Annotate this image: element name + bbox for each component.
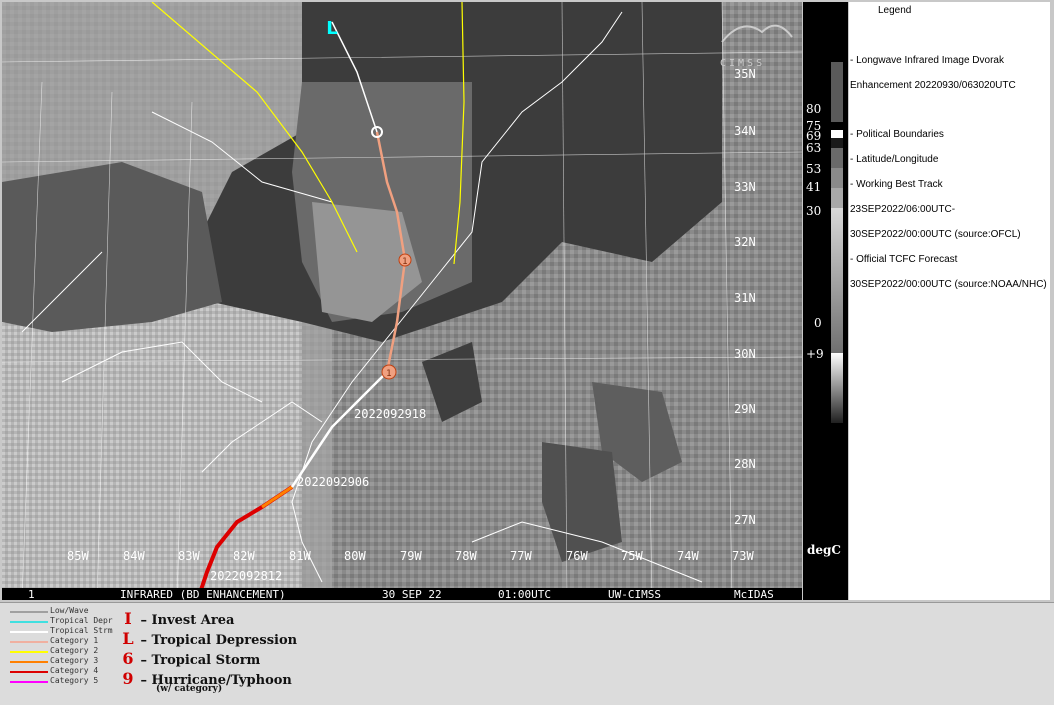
legend-storm: 6 – Tropical Storm [120,649,260,668]
legend-line: 23SEP2022/06:00UTC- [850,204,956,215]
category-swatch [10,681,48,683]
category-label: Category 2 [50,646,99,655]
colorbar-label: 80 [806,102,822,116]
lat-label: 32N [734,235,756,249]
hurricane-icon: 9 [122,669,134,688]
colorbar-label: 63 [806,141,822,155]
lon-label: 84W [123,549,145,563]
category-swatch [10,671,48,673]
legend-line: 30SEP2022/00:00UTC (source:OFCL) [850,229,1021,240]
lat-label: 27N [734,513,756,527]
temperature-colorbar: 80 75 69 63 53 41 30 0 +9 degC [803,2,848,600]
category-label: Tropical Strm [50,626,113,635]
colorbar-label: 30 [806,204,822,218]
category-label: Category 5 [50,676,99,685]
legend-line: - Latitude/Longitude [850,154,939,165]
invest-icon: I [124,609,132,628]
lat-label: 34N [734,124,756,138]
lon-label: 76W [566,549,588,563]
lon-label: 79W [400,549,422,563]
lon-label: 74W [677,549,699,563]
category-swatch [10,621,48,623]
lon-label: 77W [510,549,532,563]
colorbar-label: 41 [806,180,822,194]
category-label: Category 3 [50,656,99,665]
track-label-0918: 2022092918 [354,407,426,421]
colorbar-label: 53 [806,162,822,176]
category-swatch [10,611,48,613]
lat-label: 35N [734,67,756,81]
legend-panel: Legend - Longwave Infrared Image Dvorak … [849,2,1050,600]
category-swatch [10,661,48,663]
category-label: Low/Wave [50,606,89,615]
category-label: Category 4 [50,666,99,675]
status-software: McIDAS [734,588,774,600]
legend-line: Enhancement 20220930/063020UTC [850,80,1016,91]
category-swatch [10,631,48,633]
colorbar-label: +9 [806,347,824,361]
category-swatch [10,641,48,643]
legend-line: - Official TCFC Forecast [850,254,958,265]
legend-line: - Working Best Track [850,179,943,190]
legend-category-note: (w/ category) [156,684,223,694]
lat-label: 31N [734,291,756,305]
track-label-2812: 2022092812 [210,569,282,583]
satellite-map: 1 1 L 2022092918 2022092906 2022092812 C… [2,2,802,600]
lon-label: 82W [233,549,255,563]
status-time: 01:00UTC [498,588,551,600]
lat-label: 30N [734,347,756,361]
lon-label: 85W [67,549,89,563]
legend-depression: L – Tropical Depression [120,629,297,648]
lon-label: 81W [289,549,311,563]
depression-marker: L [326,18,337,39]
status-source: UW-CIMSS [608,588,661,600]
legend-title: Legend [878,5,912,16]
category-label: Tropical Depr [50,616,113,625]
depression-icon: L [122,629,134,648]
legend-line: - Longwave Infrared Image Dvorak [850,55,1004,66]
category-label: Category 1 [50,636,99,645]
lat-label: 29N [734,402,756,416]
lon-label: 75W [621,549,643,563]
lat-label: 33N [734,180,756,194]
storm-icon: 6 [122,649,134,668]
lon-label: 78W [455,549,477,563]
lon-label: 73W [732,549,754,563]
legend-invest: I – Invest Area [120,609,234,628]
category-swatch [10,651,48,653]
status-date: 30 SEP 22 [382,588,442,600]
legend-line: - Political Boundaries [850,129,944,140]
legend-line: 30SEP2022/00:00UTC (source:NOAA/NHC) [850,279,1047,290]
lon-label: 80W [344,549,366,563]
track-label-0906: 2022092906 [297,475,369,489]
forecast-marker-2-label: 1 [386,369,392,379]
lat-label: 28N [734,457,756,471]
status-product: INFRARED (BD ENHANCEMENT) [120,588,286,600]
colorbar-label: 0 [814,316,822,330]
lon-label: 83W [178,549,200,563]
forecast-marker-1-label: 1 [402,257,408,267]
status-frame: 1 [28,588,35,600]
colorbar-unit: degC [807,543,841,557]
